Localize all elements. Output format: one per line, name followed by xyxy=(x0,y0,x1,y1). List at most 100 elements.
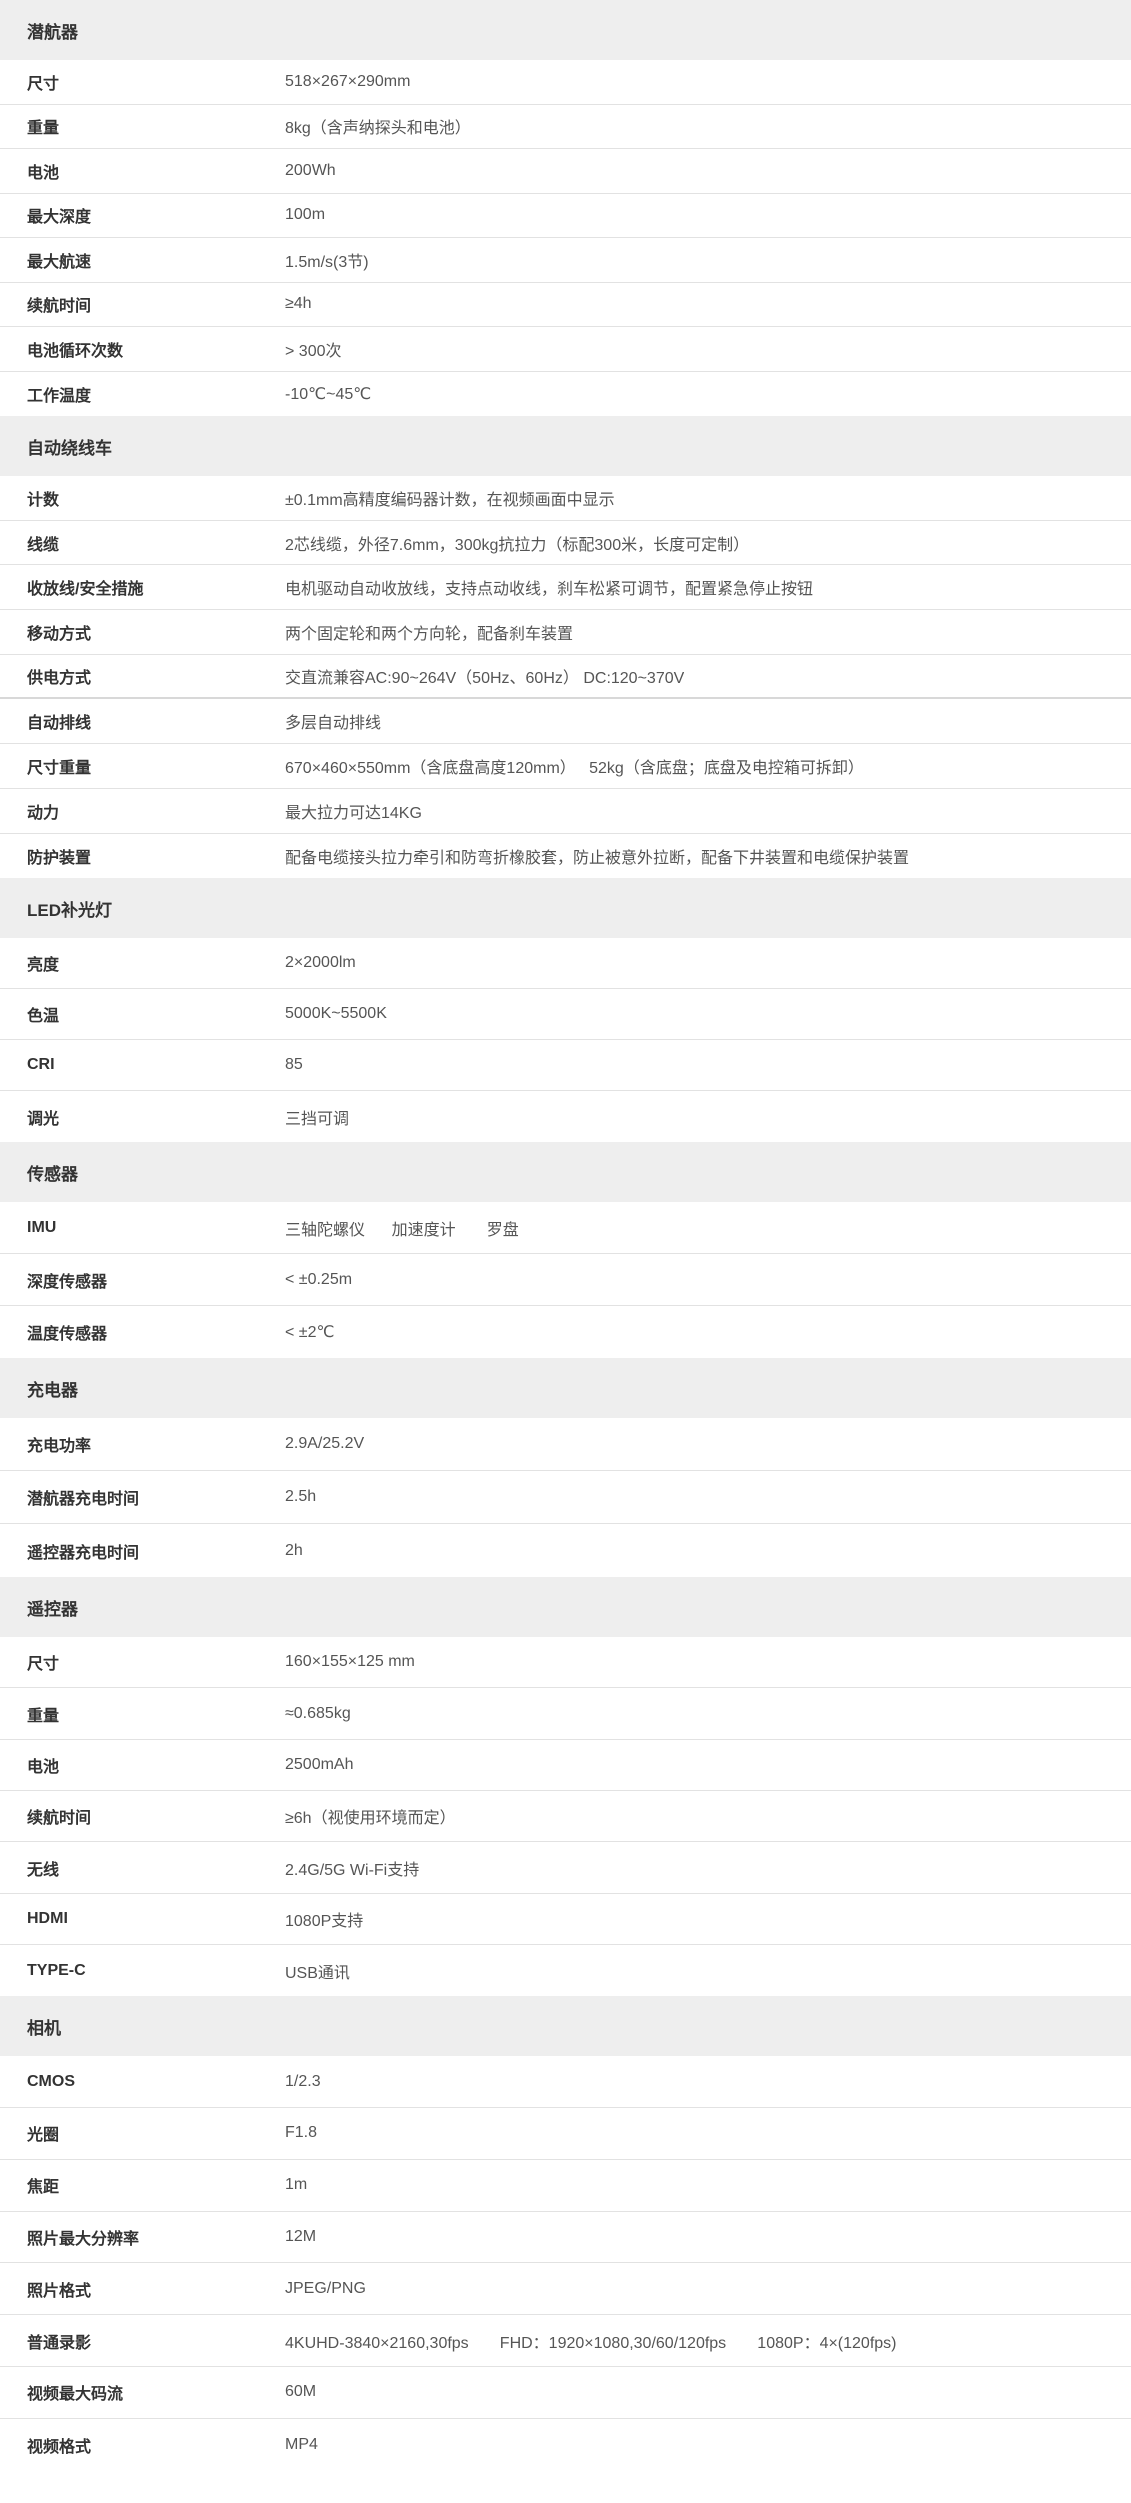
spec-label: 收放线/安全措施 xyxy=(27,581,144,599)
spec-value: 配备电缆接头拉力牵引和防弯折橡胶套，防止被意外拉断，配备下井装置和电缆保护装置 xyxy=(285,849,910,867)
spec-label: 电池循环次数 xyxy=(27,342,124,360)
spec-value: 2500mAh xyxy=(285,1755,354,1773)
spec-row: 充电功率 2.9A/25.2V xyxy=(0,1418,1131,1472)
spec-row: CRI 85 xyxy=(0,1040,1131,1092)
spec-value: USB通讯 xyxy=(285,1964,350,1982)
spec-value: F1.8 xyxy=(285,2124,318,2142)
spec-label: 尺寸 xyxy=(27,75,60,93)
spec-label: IMU xyxy=(27,1218,57,1236)
spec-row: 供电方式 交直流兼容AC:90~264V（50Hz、60Hz） DC:120~37… xyxy=(0,655,1131,700)
spec-label: 防护装置 xyxy=(27,849,92,867)
spec-label: 温度传感器 xyxy=(27,1326,108,1344)
spec-label: 焦距 xyxy=(27,2179,60,2197)
spec-value: -10℃~45℃ xyxy=(285,385,372,403)
spec-label: HDMI xyxy=(27,1909,68,1927)
spec-label: 遥控器充电时间 xyxy=(27,1544,140,1562)
spec-value: 1/2.3 xyxy=(285,2072,321,2090)
spec-row: 最大深度 100m xyxy=(0,194,1131,238)
spec-value: < ±0.25m xyxy=(285,1270,353,1288)
spec-value: 2×2000lm xyxy=(285,954,356,972)
section-cable-reel: 自动绕线车 计数 ±0.1mm高精度编码器计数，在视频画面中显示 线缆 2芯线缆，外… xyxy=(0,416,1131,878)
spec-row: 最大航速 1.5m/s(3节) xyxy=(0,238,1131,283)
spec-label: 亮度 xyxy=(27,957,60,975)
spec-value: 2h xyxy=(285,1541,303,1559)
spec-label: 电池 xyxy=(27,164,60,182)
spec-label: 最大航速 xyxy=(27,253,92,271)
spec-value: 三轴陀螺仪 加速度计 罗盘 xyxy=(285,1221,519,1239)
spec-value: 160×155×125 mm xyxy=(285,1653,415,1671)
spec-value: 最大拉力可达14KG xyxy=(285,804,422,822)
spec-row: 尺寸 518×267×290mm xyxy=(0,60,1131,105)
spec-label: 照片最大分辨率 xyxy=(27,2231,140,2249)
section-remote-controller: 遥控器 尺寸 160×155×125 mm 重量 ≈0.685kg 电池 2500mA… xyxy=(0,1577,1131,1996)
spec-row: 防护装置 配备电缆接头拉力牵引和防弯折橡胶套，防止被意外拉断，配备下井装置和电缆保… xyxy=(0,834,1131,879)
spec-row: 潜航器充电时间 2.5h xyxy=(0,1471,1131,1525)
spec-row: 焦距 1m xyxy=(0,2160,1131,2212)
spec-row: 动力 最大拉力可达14KG xyxy=(0,789,1131,834)
spec-label: TYPE-C xyxy=(27,1961,86,1979)
spec-row: TYPE-C USB通讯 xyxy=(0,1945,1131,1996)
spec-label: 重量 xyxy=(27,120,60,138)
spec-row: 线缆 2芯线缆，外径7.6mm，300kg抗拉力（标配300米，长度可定制） xyxy=(0,521,1131,566)
spec-value: 5000K~5500K xyxy=(285,1005,387,1023)
spec-label: 无线 xyxy=(27,1861,60,1879)
spec-row: 续航时间 ≥6h（视使用环境而定） xyxy=(0,1791,1131,1843)
section-title: 潜航器 xyxy=(0,0,1131,60)
spec-row: 色温 5000K~5500K xyxy=(0,989,1131,1041)
section-title: 自动绕线车 xyxy=(0,416,1131,476)
spec-value: 三挡可调 xyxy=(285,1110,350,1128)
spec-row: 电池循环次数 > 300次 xyxy=(0,327,1131,372)
spec-value: 200Wh xyxy=(285,161,336,179)
spec-label: 最大深度 xyxy=(27,209,92,227)
section-camera: 相机 CMOS 1/2.3 光圈 F1.8 焦距 1m 照片最大分辨率 12M 照片格式… xyxy=(0,1996,1131,2470)
spec-value: 电机驱动自动收放线，支持点动收线，刹车松紧可调节，配置紧急停止按钮 xyxy=(285,581,814,599)
spec-value: 100m xyxy=(285,206,326,224)
spec-value: MP4 xyxy=(285,2435,318,2453)
spec-row: 电池 200Wh xyxy=(0,149,1131,194)
section-submersible: 潜航器 尺寸 518×267×290mm 重量 8kg（含声纳探头和电池） 电池 20… xyxy=(0,0,1131,416)
spec-label: 移动方式 xyxy=(27,625,92,643)
spec-label: 续航时间 xyxy=(27,1810,92,1828)
spec-label: 深度传感器 xyxy=(27,1273,108,1291)
spec-label: 调光 xyxy=(27,1110,60,1128)
spec-label: 动力 xyxy=(27,804,60,822)
spec-value: 4KUHD-3840×2160,30fps FHD：1920×1080,30/6… xyxy=(285,2334,897,2352)
spec-label: 普通录影 xyxy=(27,2334,92,2352)
spec-value: ≥4h xyxy=(285,295,312,313)
spec-value: 1.5m/s(3节) xyxy=(285,253,369,271)
spec-row: 调光 三挡可调 xyxy=(0,1091,1131,1142)
spec-value: 12M xyxy=(285,2228,317,2246)
spec-value: 85 xyxy=(285,1056,303,1074)
spec-row: 遥控器充电时间 2h xyxy=(0,1524,1131,1577)
spec-value: 1080P支持 xyxy=(285,1912,364,1930)
spec-row: 照片格式 JPEG/PNG xyxy=(0,2263,1131,2316)
spec-value: 60M xyxy=(285,2383,317,2401)
spec-value: ≈0.685kg xyxy=(285,1704,351,1722)
spec-label: 尺寸重量 xyxy=(27,759,92,777)
spec-label: 照片格式 xyxy=(27,2282,92,2300)
spec-label: 尺寸 xyxy=(27,1656,60,1674)
spec-label: 自动排线 xyxy=(27,715,92,733)
spec-row: 视频最大码流 60M xyxy=(0,2367,1131,2419)
spec-row: CMOS 1/2.3 xyxy=(0,2056,1131,2109)
spec-label: 计数 xyxy=(27,491,60,509)
spec-value: 2芯线缆，外径7.6mm，300kg抗拉力（标配300米，长度可定制） xyxy=(285,536,750,554)
spec-value: 1m xyxy=(285,2176,308,2194)
section-title: 充电器 xyxy=(0,1358,1131,1419)
spec-value: 2.4G/5G Wi-Fi支持 xyxy=(285,1861,420,1879)
spec-row: 视频格式 MP4 xyxy=(0,2419,1131,2471)
spec-row: IMU 三轴陀螺仪 加速度计 罗盘 xyxy=(0,1202,1131,1255)
spec-row: 尺寸重量 670×460×550mm（含底盘高度120mm） 52kg（含底盘；底… xyxy=(0,744,1131,789)
spec-row: 工作温度 -10℃~45℃ xyxy=(0,372,1131,417)
spec-row: 重量 8kg（含声纳探头和电池） xyxy=(0,105,1131,149)
section-title: 传感器 xyxy=(0,1142,1131,1203)
section-title: 相机 xyxy=(0,1996,1131,2057)
spec-value: 2.5h xyxy=(285,1488,317,1506)
spec-label: 供电方式 xyxy=(27,670,92,688)
spec-row: 普通录影 4KUHD-3840×2160,30fps FHD：1920×1080,… xyxy=(0,2315,1131,2368)
spec-row: 照片最大分辨率 12M xyxy=(0,2212,1131,2264)
section-charger: 充电器 充电功率 2.9A/25.2V 潜航器充电时间 2.5h 遥控器充电时间 2h xyxy=(0,1358,1131,1577)
spec-value: 交直流兼容AC:90~264V（50Hz、60Hz） DC:120~370V xyxy=(285,670,685,688)
spec-value: ≥6h（视使用环境而定） xyxy=(285,1810,456,1828)
spec-label: 色温 xyxy=(27,1008,60,1026)
